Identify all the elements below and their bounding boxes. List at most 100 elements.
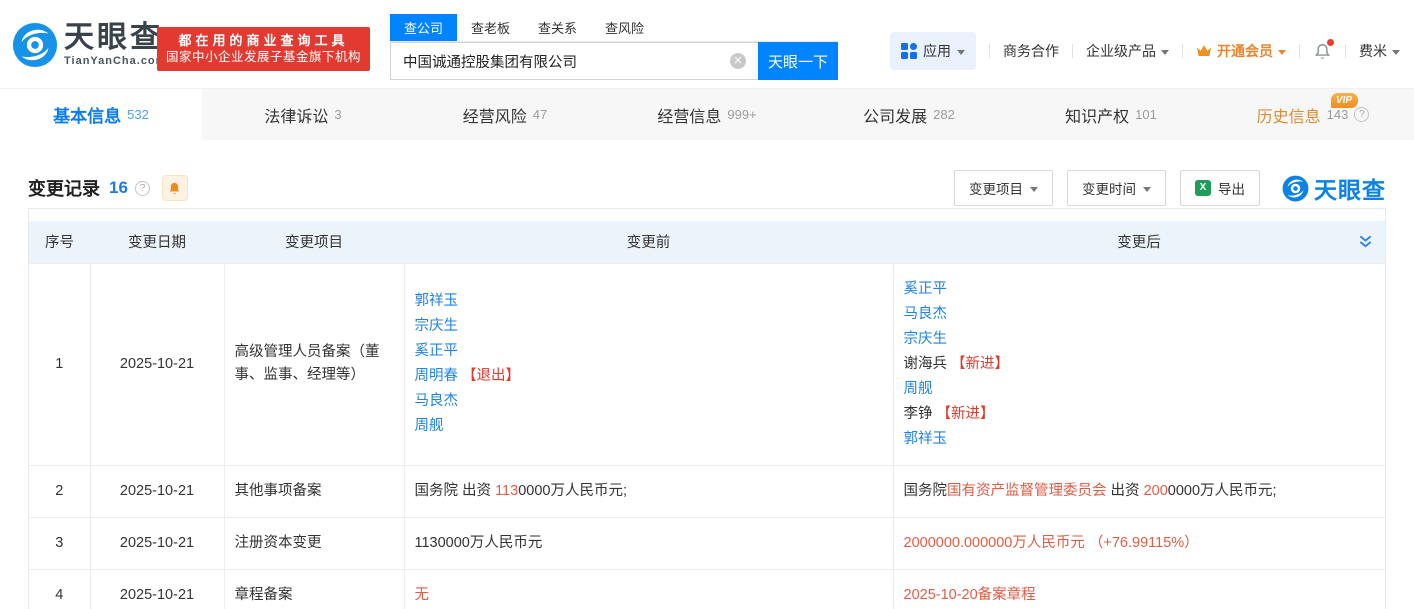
search-module: 查公司查老板查关系查风险 ✕ 天眼一下 xyxy=(390,14,838,80)
cell-line: 郭祥玉 xyxy=(415,289,883,314)
filter-change-item-button[interactable]: 变更项目 xyxy=(954,170,1053,206)
cell-line: 奚正平 xyxy=(904,277,1376,302)
tab-count: 532 xyxy=(127,107,149,122)
entity-link[interactable]: 马良杰 xyxy=(415,393,459,409)
site-header: 天眼查 TianYanCha.com 都在用的商业查询工具 国家中小企业发展子基… xyxy=(0,0,1414,88)
tianyancha-logo-icon xyxy=(12,22,58,68)
watermark-text: 天眼查 xyxy=(1314,171,1386,205)
cell-line: 周舰 xyxy=(904,377,1376,402)
table-body: 12025-10-21高级管理人员备案（董事、监事、经理等）郭祥玉宗庆生奚正平周… xyxy=(29,263,1385,609)
cell-date: 2025-10-21 xyxy=(90,263,224,465)
entity-link[interactable]: 宗庆生 xyxy=(415,318,459,334)
entity-link[interactable]: 周舰 xyxy=(904,381,933,397)
entity-link[interactable]: 马良杰 xyxy=(904,306,948,322)
tab-count: 143 xyxy=(1327,107,1349,122)
cell-after: 2000000.000000万人民币元 （+76.99115%） xyxy=(893,517,1385,569)
entity-link[interactable]: 奚正平 xyxy=(415,343,459,359)
cell-line: 谢海兵 【新进】 xyxy=(904,352,1376,377)
help-icon[interactable]: ? xyxy=(1354,107,1369,122)
apps-menu-button[interactable]: 应用 xyxy=(890,32,976,70)
tab-label: 基本信息 xyxy=(53,102,121,127)
tab-5[interactable]: 知识产权101 xyxy=(1010,89,1212,140)
vip-badge: VIP xyxy=(1331,93,1358,108)
slogan-line2: 国家中小企业发展子基金旗下机构 xyxy=(166,49,361,66)
clear-input-icon[interactable]: ✕ xyxy=(730,53,746,69)
tab-label: 历史信息 xyxy=(1257,103,1321,127)
apps-label: 应用 xyxy=(923,41,951,61)
text-segment: 2000000.000000万人民币元 （+76.99115%） xyxy=(904,535,1199,551)
search-tab-0[interactable]: 查公司 xyxy=(390,14,457,41)
divider xyxy=(1299,44,1300,58)
cell-before: 无 xyxy=(404,569,893,609)
divider xyxy=(1345,44,1346,58)
text-segment: 2025-10-20备案章程 xyxy=(904,587,1036,603)
page-tabs: 基本信息 532 法律诉讼3经营风险47经营信息999+公司发展282知识产权101… xyxy=(0,88,1414,140)
cell-line: 郭祥玉 xyxy=(904,427,1376,452)
tianyancha-watermark-icon xyxy=(1282,175,1309,202)
section-count: 16 xyxy=(109,178,128,198)
search-input[interactable] xyxy=(390,42,758,80)
notification-dot xyxy=(1327,39,1334,46)
export-button[interactable]: X 导出 xyxy=(1180,170,1260,206)
entity-link[interactable]: 奚正平 xyxy=(904,281,948,297)
cell-line: 马良杰 xyxy=(415,389,883,414)
search-tab-1[interactable]: 查老板 xyxy=(457,14,524,41)
table-row: 12025-10-21高级管理人员备案（董事、监事、经理等）郭祥玉宗庆生奚正平周… xyxy=(29,263,1385,465)
col-header-0: 序号 xyxy=(29,221,90,263)
nav-open-vip[interactable]: 开通会员 xyxy=(1196,41,1286,61)
tab-4[interactable]: 公司发展282 xyxy=(808,89,1010,140)
chevron-down-icon xyxy=(1278,50,1286,55)
tab-2[interactable]: 经营风险47 xyxy=(404,89,606,140)
cell-after: 奚正平马良杰宗庆生谢海兵 【新进】周舰李铮 【新进】郭祥玉 xyxy=(893,263,1385,465)
nav-enterprise-products[interactable]: 企业级产品 xyxy=(1086,41,1169,61)
text-segment: 【退出】 xyxy=(458,368,520,384)
cell-line: 宗庆生 xyxy=(904,327,1376,352)
col-header-3: 变更前 xyxy=(404,221,893,263)
cell-after: 2025-10-20备案章程 xyxy=(893,569,1385,609)
tab-label: 经营信息 xyxy=(657,103,721,127)
tab-count: 101 xyxy=(1135,107,1157,122)
entity-link[interactable]: 周明春 xyxy=(415,368,459,384)
text-segment: 200 xyxy=(1144,483,1168,499)
search-tab-3[interactable]: 查风险 xyxy=(591,14,658,41)
table-row: 22025-10-21其他事项备案国务院 出资 1130000万人民币元;国务院… xyxy=(29,465,1385,517)
tab-0[interactable]: 基本信息 532 xyxy=(0,89,202,140)
cell-no: 4 xyxy=(29,569,90,609)
cell-no: 2 xyxy=(29,465,90,517)
entity-link[interactable]: 郭祥玉 xyxy=(415,293,459,309)
search-button[interactable]: 天眼一下 xyxy=(758,42,838,80)
filter-change-time-button[interactable]: 变更时间 xyxy=(1067,170,1166,206)
tab-6[interactable]: 历史信息 143VIP? xyxy=(1212,89,1414,140)
text-segment: 【新进】 xyxy=(933,406,995,422)
brand-slogan-badge: 都在用的商业查询工具 国家中小企业发展子基金旗下机构 xyxy=(157,27,370,71)
tianyancha-logo[interactable]: 天眼查 TianYanCha.com xyxy=(12,22,166,68)
text-segment: 李铮 xyxy=(904,406,933,422)
cell-line: 国务院 出资 1130000万人民币元; xyxy=(415,479,883,504)
entity-link[interactable]: 郭祥玉 xyxy=(904,431,948,447)
slogan-line1: 都在用的商业查询工具 xyxy=(166,32,361,49)
tab-1[interactable]: 法律诉讼3 xyxy=(202,89,404,140)
col-header-1: 变更日期 xyxy=(90,221,224,263)
crown-icon xyxy=(1196,44,1212,58)
divider xyxy=(989,44,990,58)
divider xyxy=(1072,44,1073,58)
entity-link[interactable]: 宗庆生 xyxy=(904,331,948,347)
entity-link[interactable]: 周舰 xyxy=(415,418,444,434)
username: 费米 xyxy=(1359,41,1387,61)
bell-icon xyxy=(167,181,182,196)
collapse-double-chevron-icon[interactable] xyxy=(1358,234,1373,254)
help-icon[interactable]: ? xyxy=(135,181,150,196)
cell-line: 无 xyxy=(415,583,883,608)
brand-domain: TianYanCha.com xyxy=(64,55,166,67)
notifications-bell-icon[interactable] xyxy=(1313,42,1332,61)
nav-user-menu[interactable]: 费米 xyxy=(1359,41,1400,61)
excel-icon: X xyxy=(1195,180,1211,196)
cell-line: 奚正平 xyxy=(415,339,883,364)
search-tab-2[interactable]: 查关系 xyxy=(524,14,591,41)
subscribe-bell-button[interactable] xyxy=(162,175,188,201)
tab-3[interactable]: 经营信息999+ xyxy=(606,89,808,140)
top-nav: 应用 商务合作 企业级产品 开通会员 费米 xyxy=(890,32,1400,70)
nav-cooperation[interactable]: 商务合作 xyxy=(1003,41,1059,61)
cell-line: 李铮 【新进】 xyxy=(904,402,1376,427)
section-header: 变更记录 16 ? 变更项目 变更时间 X 导出 xyxy=(28,168,1386,208)
